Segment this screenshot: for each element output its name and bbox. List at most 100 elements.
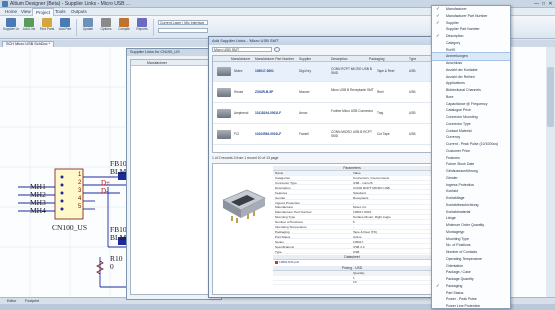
current-layer-field[interactable]: Current Layer | Mic Interface (158, 20, 208, 25)
minimize-button[interactable]: — (533, 1, 540, 7)
menu-item[interactable]: ✓ Supplier (432, 20, 510, 27)
menu-item[interactable]: Current - Peak Pulse (10/1000us) (432, 141, 510, 148)
manufacturer-column-header[interactable]: Manufacturer (131, 60, 217, 66)
menu-item[interactable]: Features (432, 155, 510, 162)
signal-label-dplus: D+ (101, 179, 111, 187)
menu-item[interactable]: Mounting Type (432, 236, 510, 243)
menu-item[interactable]: Power - Peak Pulse (432, 296, 510, 303)
parameter-value: Molex Inc (353, 205, 367, 210)
menu-item[interactable]: Capacitance @ Frequency (432, 101, 510, 108)
checkmark-icon: ✓ (436, 12, 440, 18)
menu-item[interactable]: Supplier Part Number (432, 26, 510, 33)
pricing-quantity: 10 (353, 280, 357, 285)
menu-item[interactable]: Orientation (432, 263, 510, 270)
supplier-links-list[interactable]: Manufacturer (130, 59, 218, 295)
menu-item[interactable]: Kontakt (432, 188, 510, 195)
menu-item[interactable]: Kontaktlage (432, 195, 510, 202)
menu-item[interactable]: Power Line Protection (432, 303, 510, 308)
menu-item-label: Bidirectional Channels (446, 88, 481, 92)
menu-item[interactable]: Kontaktmaterial (432, 209, 510, 216)
secondary-field[interactable] (158, 28, 208, 33)
scrollbar-thumb[interactable] (547, 67, 554, 127)
search-input[interactable]: Micro USB SMT (212, 47, 272, 52)
menu-item-label: Ingress Protection (446, 182, 475, 187)
menu-item[interactable]: Bidirectional Channels (432, 87, 510, 94)
reports-button[interactable]: Reports (134, 18, 150, 36)
parameter-row: Manufacturer Part Number 105017-0001 (273, 210, 431, 215)
menu-item[interactable]: Anzahl der Reihen (432, 74, 510, 81)
component-designator: CN100_US (52, 223, 88, 232)
tab-project[interactable]: Project (32, 8, 55, 16)
menu-item[interactable]: Catalogue Price (432, 107, 510, 114)
menu-item[interactable]: Anmerkungen (432, 52, 510, 61)
pin-number-2: 2 (78, 180, 82, 186)
menu-item[interactable]: ✓ Manufacturer (432, 6, 510, 13)
menu-item-label: Power - Peak Pulse (446, 297, 477, 302)
table-row[interactable]: Amphenol 10118194-0001LF Arrow Further M… (213, 104, 431, 124)
menu-item-label: No. of Positions (446, 243, 471, 248)
table-row[interactable]: Hirose ZX62R-B-5P Mouser Micro USB B Rec… (213, 83, 431, 103)
find-parts-button[interactable]: Find Parts (39, 18, 55, 36)
parameter-name: Connector Type (275, 180, 297, 185)
menu-item[interactable]: Gender (432, 175, 510, 182)
tab-tools[interactable]: Tools (52, 8, 69, 16)
parameter-value: Standard (353, 190, 366, 195)
menu-item[interactable]: No. of Positions (432, 242, 510, 249)
cell-type: USB (409, 90, 416, 94)
search-icon[interactable] (274, 47, 280, 52)
cell-description: CONN RCPT MICRO USB B SMD (331, 67, 372, 75)
canvas-vertical-scrollbar[interactable] (546, 47, 555, 297)
cell-description: Micro USB B Receptacle SMT (331, 88, 374, 92)
menu-item[interactable]: Package / Case (432, 269, 510, 276)
menu-item[interactable]: Applications (432, 80, 510, 87)
menu-item[interactable]: RoHS (432, 47, 510, 54)
maximize-button[interactable]: □ (540, 1, 547, 7)
datasheet-link[interactable]: 105017DS.pdf (275, 260, 355, 265)
menu-item-label: Customer Price (446, 148, 471, 153)
cell-supplier: Digi-Key (299, 69, 312, 73)
search-results-grid[interactable]: Manufacturer Manufacturer Part Number Su… (212, 55, 432, 153)
menu-item[interactable]: Future Stock Date (432, 161, 510, 168)
parameter-value: Tape & Reel (TR) (353, 229, 377, 234)
menu-item[interactable]: ✓ Packaging (432, 283, 510, 290)
menu-item[interactable]: Kontaktbeschichtung (432, 202, 510, 209)
menu-item-label: Anzahl der Kontakte (446, 67, 478, 72)
menu-item[interactable]: Bore (432, 94, 510, 101)
table-row[interactable]: Molex 105017-0001 Digi-Key CONN RCPT MIC… (213, 62, 431, 82)
add-link-button[interactable]: Add Link (21, 18, 37, 36)
menu-item[interactable]: Part Status (432, 290, 510, 297)
menu-item[interactable]: Ingress Protection (432, 182, 510, 189)
menu-item[interactable]: Länge (432, 215, 510, 222)
menu-item[interactable]: Anzahl der Kontakte (432, 67, 510, 74)
menu-item[interactable]: Contact Material (432, 128, 510, 135)
supplier-links-button[interactable]: Supplier Links (3, 18, 19, 36)
menu-item[interactable]: ✓ Description (432, 33, 510, 40)
menu-item[interactable]: Category (432, 40, 510, 47)
compile-button[interactable]: Compile (116, 18, 132, 36)
menu-item[interactable]: Anschluss (432, 60, 510, 67)
menu-item-label: Manufacturer Part Number (446, 13, 488, 18)
menu-item[interactable]: Package Quantity (432, 276, 510, 283)
table-row[interactable]: FCI 10103594-0001LF Farnell CONN MICRO U… (213, 125, 431, 145)
parameter-row: Number of Positions 5 (273, 220, 431, 225)
menu-item[interactable]: Operating Temperature (432, 256, 510, 263)
menu-item[interactable]: Minimum Order Quantity (432, 222, 510, 229)
menu-item[interactable]: Number of Contacts (432, 249, 510, 256)
menu-item[interactable]: ✓ Manufacturer Part Number (432, 13, 510, 20)
tab-outputs[interactable]: Outputs (68, 8, 90, 16)
parameter-name: Series (275, 239, 284, 244)
menu-item[interactable]: Customer Price (432, 148, 510, 155)
menu-item[interactable]: Montagetyp (432, 229, 510, 236)
options-button[interactable]: Options (98, 18, 114, 36)
ribbon-separator (76, 19, 77, 36)
options-icon (101, 18, 111, 27)
update-button[interactable]: Update (80, 18, 96, 36)
close-window-button[interactable]: ✕ (547, 1, 554, 7)
menu-item[interactable]: Gehäuseausführung (432, 168, 510, 175)
add-part-button[interactable]: Add Part (57, 18, 73, 36)
menu-item[interactable]: Connector Mounting (432, 114, 510, 121)
menu-item[interactable]: Connector Type (432, 121, 510, 128)
menu-item[interactable]: Currency (432, 134, 510, 141)
reports-icon (137, 18, 147, 27)
part-photo (222, 189, 266, 223)
